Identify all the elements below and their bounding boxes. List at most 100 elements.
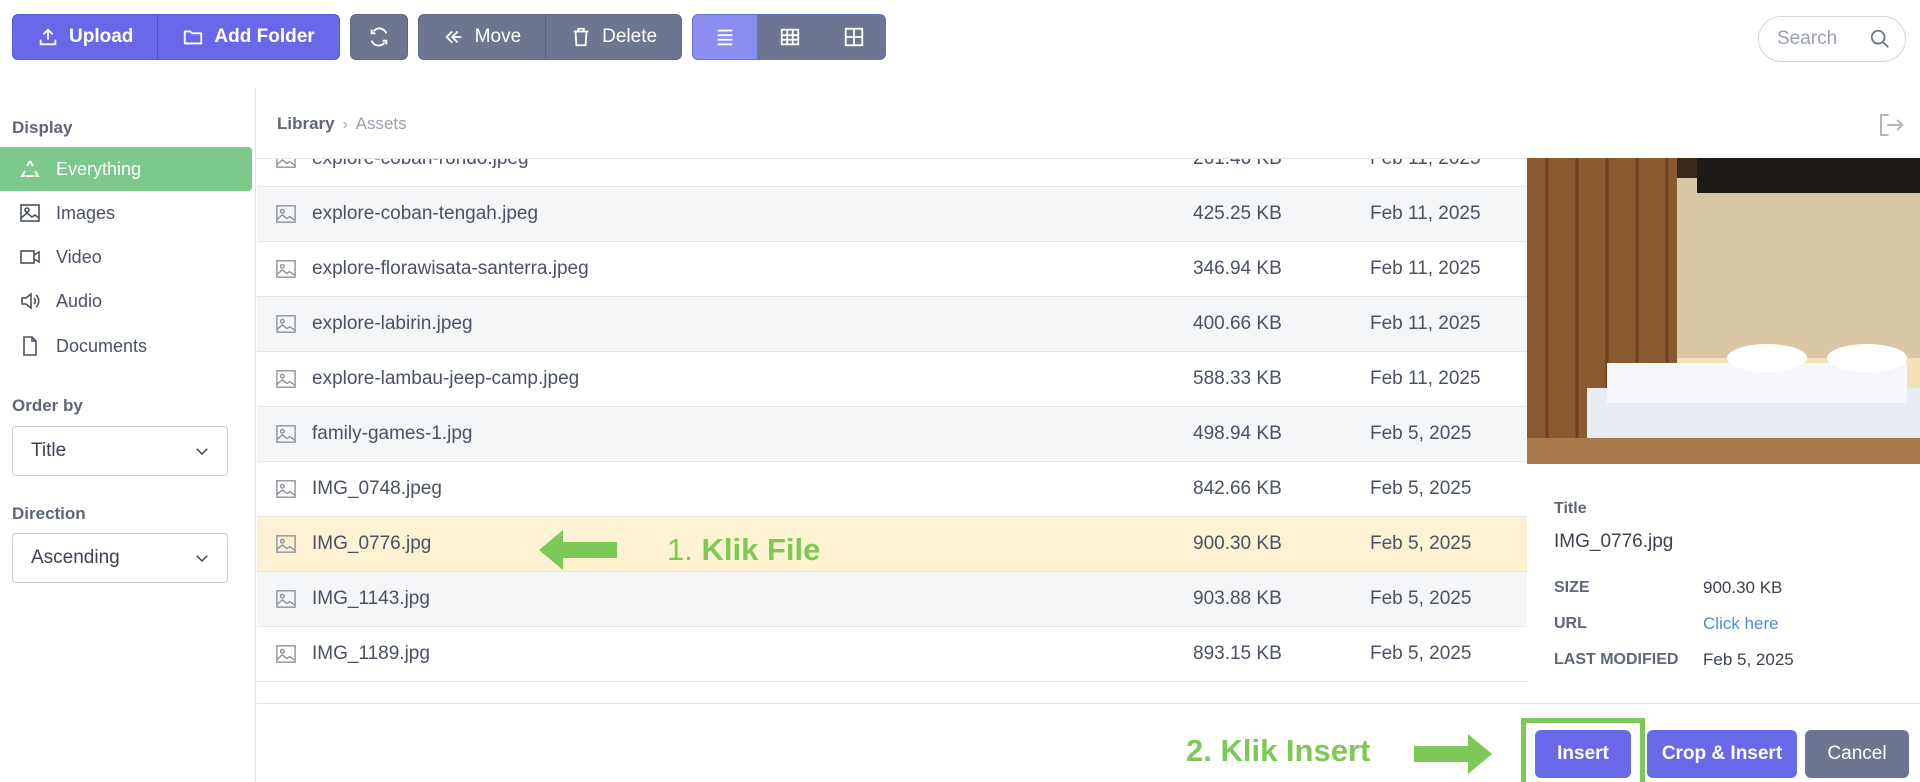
file-name: IMG_1189.jpg xyxy=(312,643,430,664)
refresh-button-group xyxy=(349,14,408,60)
upload-button[interactable]: Upload xyxy=(13,15,157,59)
trash-icon xyxy=(573,27,589,47)
file-name: explore-lambau-jeep-camp.jpeg xyxy=(312,368,580,389)
grid-view-button[interactable] xyxy=(821,15,886,59)
folder-icon xyxy=(184,30,203,45)
file-name: explore-florawisata-santerra.jpeg xyxy=(312,258,589,279)
sidebar-item-documents[interactable]: Documents xyxy=(0,324,252,368)
cancel-button[interactable]: Cancel xyxy=(1805,730,1909,778)
table-row[interactable]: explore-labirin.jpeg 400.66 KB Feb 11, 2… xyxy=(257,297,1527,352)
file-size: 400.66 KB xyxy=(1193,313,1282,334)
list-view-button[interactable] xyxy=(693,15,758,59)
sidebar-item-everything[interactable]: Everything xyxy=(0,147,252,191)
table-row[interactable]: explore-coban-rondo.jpeg 261.46 KB Feb 1… xyxy=(257,158,1527,187)
direction-value: Ascending xyxy=(31,547,120,568)
direction-select[interactable]: Ascending xyxy=(12,533,228,583)
search-icon xyxy=(1870,29,1889,48)
recycle-icon xyxy=(20,160,40,177)
table-row[interactable]: explore-florawisata-santerra.jpeg 346.94… xyxy=(257,242,1527,297)
file-size: 842.66 KB xyxy=(1193,478,1282,499)
file-date: Feb 11, 2025 xyxy=(1370,258,1481,279)
breadcrumb-current: Assets xyxy=(355,114,407,133)
image-file-icon xyxy=(276,480,296,498)
file-name: explore-labirin.jpeg xyxy=(312,313,473,334)
sidebar-item-label: Everything xyxy=(56,158,142,179)
image-file-icon xyxy=(276,590,296,608)
refresh-icon xyxy=(370,27,387,47)
file-date: Feb 11, 2025 xyxy=(1370,203,1481,224)
search-placeholder: Search xyxy=(1777,28,1838,49)
file-size: 425.25 KB xyxy=(1193,203,1282,224)
file-name: explore-coban-tengah.jpeg xyxy=(312,203,539,224)
table-row[interactable]: family-games-1.jpg 498.94 KB Feb 5, 2025 xyxy=(257,407,1527,462)
file-size: 900.30 KB xyxy=(1193,533,1282,554)
detail-modified-label: LAST MODIFIED xyxy=(1554,651,1679,668)
breadcrumb: Library › Assets xyxy=(277,114,407,134)
detail-modified-value: Feb 5, 2025 xyxy=(1703,650,1794,669)
grid-icon xyxy=(844,27,863,47)
step2-annotation: 2. Klik Insert xyxy=(1186,733,1371,768)
arrow-left-icon xyxy=(539,530,617,570)
file-name: IMG_0748.jpeg xyxy=(312,478,442,499)
table-row[interactable]: explore-lambau-jeep-camp.jpeg 588.33 KB … xyxy=(257,352,1527,407)
table-row[interactable]: IMG_1143.jpg 903.88 KB Feb 5, 2025 xyxy=(257,572,1527,627)
delete-label: Delete xyxy=(602,26,658,47)
image-file-icon xyxy=(276,205,296,223)
table-row-selected[interactable]: IMG_0776.jpg 900.30 KB Feb 5, 2025 xyxy=(257,517,1527,572)
document-icon xyxy=(23,336,37,356)
add-folder-button[interactable]: Add Folder xyxy=(157,15,338,59)
step1-annotation: 1. Klik File xyxy=(537,528,820,572)
file-name: IMG_0776.jpg xyxy=(312,533,432,554)
file-name: explore-coban-rondo.jpeg xyxy=(312,158,529,169)
table-row[interactable]: IMG_0748.jpeg 842.66 KB Feb 5, 2025 xyxy=(257,462,1527,517)
add-folder-label: Add Folder xyxy=(214,26,315,47)
file-date: Feb 5, 2025 xyxy=(1370,423,1472,444)
order-by-value: Title xyxy=(31,440,67,461)
sidebar-item-images[interactable]: Images xyxy=(0,191,252,235)
upload-icon xyxy=(39,28,57,46)
search-input[interactable]: Search xyxy=(1758,16,1906,62)
breadcrumb-library[interactable]: Library xyxy=(277,114,335,134)
sidebar: Display Everything Images Video Audio Do… xyxy=(0,88,256,782)
table-view-button[interactable] xyxy=(757,15,822,59)
table-row[interactable]: explore-coban-tengah.jpeg 425.25 KB Feb … xyxy=(257,187,1527,242)
image-file-icon xyxy=(276,645,296,663)
file-size: 903.88 KB xyxy=(1193,588,1282,609)
file-date: Feb 5, 2025 xyxy=(1370,643,1472,664)
file-date: Feb 11, 2025 xyxy=(1370,313,1481,334)
sidebar-item-video[interactable]: Video xyxy=(0,235,252,279)
exit-icon[interactable] xyxy=(1876,110,1906,140)
file-name: family-games-1.jpg xyxy=(312,423,473,444)
order-by-select[interactable]: Title xyxy=(12,426,228,476)
move-delete-group: Move Delete xyxy=(417,14,683,60)
display-heading: Display xyxy=(12,118,73,137)
image-preview xyxy=(1527,158,1920,464)
upload-button-group: Upload Add Folder xyxy=(12,14,340,60)
crop-insert-button[interactable]: Crop & Insert xyxy=(1647,730,1797,778)
insert-button[interactable]: Insert xyxy=(1535,730,1631,778)
image-file-icon xyxy=(276,370,296,388)
file-name: IMG_1143.jpg xyxy=(312,588,430,609)
sidebar-item-label: Audio xyxy=(56,290,103,311)
step1-number: 1. xyxy=(667,532,693,567)
move-button[interactable]: Move xyxy=(419,15,545,59)
sidebar-item-audio[interactable]: Audio xyxy=(0,279,252,323)
speaker-icon xyxy=(21,292,40,310)
image-file-icon xyxy=(276,260,296,278)
file-size: 498.94 KB xyxy=(1193,423,1282,444)
detail-size-label: SIZE xyxy=(1554,579,1590,596)
table-row[interactable]: IMG_1189.jpg 893.15 KB Feb 5, 2025 xyxy=(257,627,1527,682)
file-size: 346.94 KB xyxy=(1193,258,1282,279)
chevron-right-icon: › xyxy=(342,115,348,133)
list-icon xyxy=(717,29,733,46)
video-icon xyxy=(20,250,40,264)
detail-title-value: IMG_0776.jpg xyxy=(1554,531,1674,552)
step1-text: Klik File xyxy=(701,532,821,567)
delete-button[interactable]: Delete xyxy=(545,15,681,59)
image-file-icon xyxy=(276,315,296,333)
chevron-down-icon xyxy=(196,555,208,563)
file-size: 261.46 KB xyxy=(1193,158,1282,169)
image-file-icon xyxy=(276,425,296,443)
detail-url-link[interactable]: Click here xyxy=(1703,614,1779,634)
refresh-button[interactable] xyxy=(351,15,407,59)
